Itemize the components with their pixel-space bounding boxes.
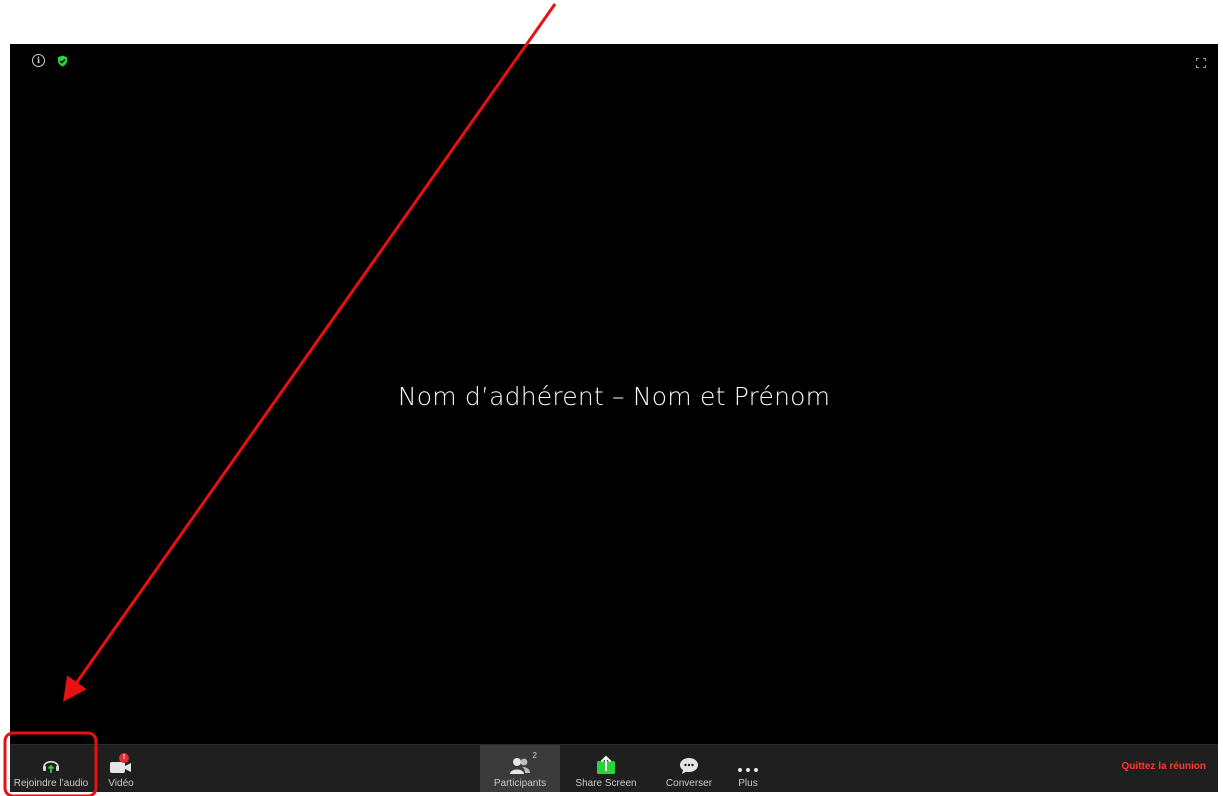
video-label: Vidéo <box>108 778 134 789</box>
participants-label: Participants <box>493 778 547 789</box>
share-screen-icon <box>595 749 617 775</box>
screenshot-stage: i Nom d’adhérent – Nom et Prénom Rejoind… <box>0 0 1223 796</box>
info-icon[interactable]: i <box>32 54 45 67</box>
participants-button[interactable]: 2 Participants <box>480 745 560 792</box>
leave-meeting-button[interactable]: Quittez la réunion <box>1122 761 1206 772</box>
top-left-status: i <box>32 54 68 67</box>
participant-name: Nom d’adhérent – Nom et Prénom <box>397 382 831 411</box>
meeting-window: i Nom d’adhérent – Nom et Prénom Rejoind… <box>10 44 1218 792</box>
meeting-toolbar: Rejoindre l’audio ! Vidéo 2 Participants… <box>10 744 1218 792</box>
chat-label: Converser <box>665 778 713 789</box>
more-dots-icon <box>737 749 759 775</box>
video-warning-badge: ! <box>119 753 129 763</box>
join-audio-button[interactable]: Rejoindre l’audio <box>10 745 92 792</box>
fullscreen-icon[interactable] <box>1195 55 1207 69</box>
share-screen-label: Share Screen <box>575 778 637 789</box>
participants-icon: 2 <box>509 749 537 775</box>
shield-check-icon[interactable] <box>57 55 68 67</box>
video-camera-icon: ! <box>109 749 133 775</box>
video-button[interactable]: ! Vidéo <box>102 745 140 792</box>
share-screen-button[interactable]: Share Screen <box>570 745 642 792</box>
more-button[interactable]: Plus <box>726 745 770 792</box>
chat-bubble-icon <box>679 749 699 775</box>
participants-count: 2 <box>532 751 537 760</box>
more-label: Plus <box>738 778 758 789</box>
chat-button[interactable]: Converser <box>658 745 720 792</box>
headphones-icon <box>41 749 61 775</box>
join-audio-label: Rejoindre l’audio <box>13 778 89 789</box>
